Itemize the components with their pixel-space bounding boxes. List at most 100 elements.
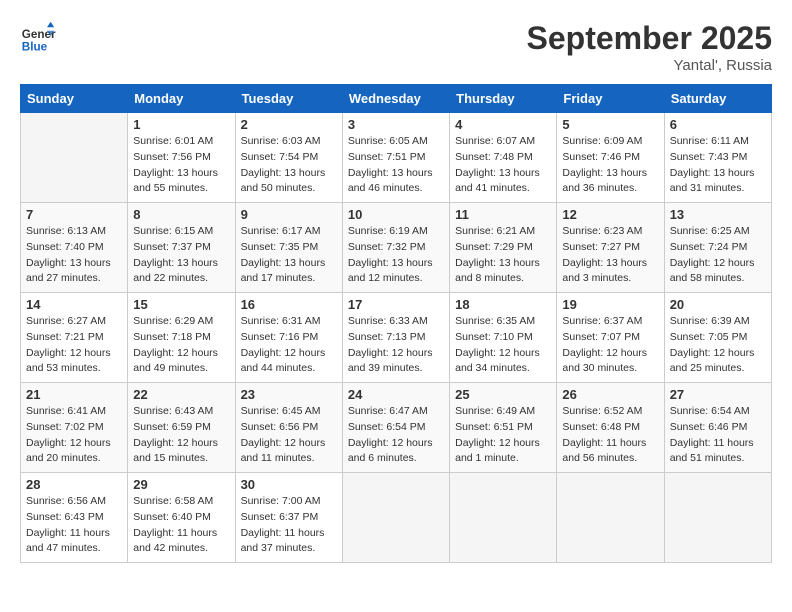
calendar-cell: 3 Sunrise: 6:05 AMSunset: 7:51 PMDaylight… bbox=[342, 113, 449, 203]
day-number: 15 bbox=[133, 297, 229, 312]
day-info: Sunrise: 6:15 AMSunset: 7:37 PMDaylight:… bbox=[133, 224, 229, 287]
day-info: Sunrise: 6:31 AMSunset: 7:16 PMDaylight:… bbox=[241, 314, 337, 377]
calendar-week-row: 1Sunrise: 6:01 AMSunset: 7:56 PMDaylight… bbox=[21, 113, 772, 203]
day-of-week-header: Sunday bbox=[21, 85, 128, 113]
calendar-cell bbox=[21, 113, 128, 203]
logo: General Blue bbox=[20, 20, 60, 56]
calendar-body: 1Sunrise: 6:01 AMSunset: 7:56 PMDaylight… bbox=[21, 113, 772, 563]
day-of-week-header: Saturday bbox=[664, 85, 771, 113]
calendar-cell bbox=[342, 473, 449, 563]
day-number: 20 bbox=[670, 297, 766, 312]
calendar-cell: 6Sunrise: 6:11 AMSunset: 7:43 PMDaylight… bbox=[664, 113, 771, 203]
day-info: Sunrise: 6:25 AMSunset: 7:24 PMDaylight:… bbox=[670, 224, 766, 287]
day-number: 12 bbox=[562, 207, 658, 222]
day-number: 5 bbox=[562, 117, 658, 132]
calendar-cell: 17 Sunrise: 6:33 AMSunset: 7:13 PMDayligh… bbox=[342, 293, 449, 383]
day-number: 11 bbox=[455, 207, 551, 222]
day-info: Sunrise: 6:54 AMSunset: 6:46 PMDaylight:… bbox=[670, 404, 766, 467]
day-number: 14 bbox=[26, 297, 122, 312]
day-number: 4 bbox=[455, 117, 551, 132]
calendar-cell: 4 Sunrise: 6:07 AMSunset: 7:48 PMDaylight… bbox=[450, 113, 557, 203]
calendar-cell: 1Sunrise: 6:01 AMSunset: 7:56 PMDaylight… bbox=[128, 113, 235, 203]
day-number: 29 bbox=[133, 477, 229, 492]
day-number: 24 bbox=[348, 387, 444, 402]
calendar-cell: 8 Sunrise: 6:15 AMSunset: 7:37 PMDaylight… bbox=[128, 203, 235, 293]
calendar-cell: 10Sunrise: 6:19 AMSunset: 7:32 PMDayligh… bbox=[342, 203, 449, 293]
calendar-cell: 7 Sunrise: 6:13 AMSunset: 7:40 PMDaylight… bbox=[21, 203, 128, 293]
day-number: 18 bbox=[455, 297, 551, 312]
day-info: Sunrise: 6:23 AMSunset: 7:27 PMDaylight:… bbox=[562, 224, 658, 287]
calendar-cell: 27 Sunrise: 6:54 AMSunset: 6:46 PMDayligh… bbox=[664, 383, 771, 473]
day-number: 3 bbox=[348, 117, 444, 132]
day-number: 25 bbox=[455, 387, 551, 402]
day-info: Sunrise: 6:47 AMSunset: 6:54 PMDaylight:… bbox=[348, 404, 444, 467]
day-number: 9 bbox=[241, 207, 337, 222]
page-header: General Blue September 2025 Yantal', Rus… bbox=[20, 20, 772, 74]
calendar-cell: 26 Sunrise: 6:52 AMSunset: 6:48 PMDayligh… bbox=[557, 383, 664, 473]
day-info: Sunrise: 6:29 AMSunset: 7:18 PMDaylight:… bbox=[133, 314, 229, 377]
day-info: Sunrise: 6:03 AMSunset: 7:54 PMDaylight:… bbox=[241, 134, 337, 197]
calendar-cell: 14 Sunrise: 6:27 AMSunset: 7:21 PMDayligh… bbox=[21, 293, 128, 383]
day-info: Sunrise: 6:52 AMSunset: 6:48 PMDaylight:… bbox=[562, 404, 658, 467]
calendar-cell: 21 Sunrise: 6:41 AMSunset: 7:02 PMDayligh… bbox=[21, 383, 128, 473]
day-of-week-header: Monday bbox=[128, 85, 235, 113]
day-of-week-header: Wednesday bbox=[342, 85, 449, 113]
day-of-week-header: Thursday bbox=[450, 85, 557, 113]
day-info: Sunrise: 6:39 AMSunset: 7:05 PMDaylight:… bbox=[670, 314, 766, 377]
day-number: 26 bbox=[562, 387, 658, 402]
day-info: Sunrise: 6:17 AMSunset: 7:35 PMDaylight:… bbox=[241, 224, 337, 287]
day-number: 27 bbox=[670, 387, 766, 402]
day-of-week-header: Tuesday bbox=[235, 85, 342, 113]
calendar-table: SundayMondayTuesdayWednesdayThursdayFrid… bbox=[20, 84, 772, 563]
calendar-cell: 13 Sunrise: 6:25 AMSunset: 7:24 PMDayligh… bbox=[664, 203, 771, 293]
calendar-week-row: 28Sunrise: 6:56 AMSunset: 6:43 PMDayligh… bbox=[21, 473, 772, 563]
day-number: 21 bbox=[26, 387, 122, 402]
calendar-week-row: 21 Sunrise: 6:41 AMSunset: 7:02 PMDayligh… bbox=[21, 383, 772, 473]
day-info: Sunrise: 6:49 AMSunset: 6:51 PMDaylight:… bbox=[455, 404, 551, 467]
day-info: Sunrise: 6:21 AMSunset: 7:29 PMDaylight:… bbox=[455, 224, 551, 287]
day-number: 7 bbox=[26, 207, 122, 222]
calendar-week-row: 7 Sunrise: 6:13 AMSunset: 7:40 PMDaylight… bbox=[21, 203, 772, 293]
day-number: 17 bbox=[348, 297, 444, 312]
calendar-cell: 2 Sunrise: 6:03 AMSunset: 7:54 PMDaylight… bbox=[235, 113, 342, 203]
calendar-cell: 23 Sunrise: 6:45 AMSunset: 6:56 PMDayligh… bbox=[235, 383, 342, 473]
calendar-cell: 16 Sunrise: 6:31 AMSunset: 7:16 PMDayligh… bbox=[235, 293, 342, 383]
day-info: Sunrise: 6:13 AMSunset: 7:40 PMDaylight:… bbox=[26, 224, 122, 287]
day-number: 22 bbox=[133, 387, 229, 402]
calendar-cell: 9 Sunrise: 6:17 AMSunset: 7:35 PMDaylight… bbox=[235, 203, 342, 293]
day-number: 19 bbox=[562, 297, 658, 312]
day-info: Sunrise: 6:45 AMSunset: 6:56 PMDaylight:… bbox=[241, 404, 337, 467]
calendar-cell: 30Sunrise: 7:00 AMSunset: 6:37 PMDayligh… bbox=[235, 473, 342, 563]
day-info: Sunrise: 6:41 AMSunset: 7:02 PMDaylight:… bbox=[26, 404, 122, 467]
day-info: Sunrise: 6:58 AMSunset: 6:40 PMDaylight:… bbox=[133, 494, 229, 557]
day-info: Sunrise: 7:00 AMSunset: 6:37 PMDaylight:… bbox=[241, 494, 337, 557]
day-number: 16 bbox=[241, 297, 337, 312]
day-info: Sunrise: 6:07 AMSunset: 7:48 PMDaylight:… bbox=[455, 134, 551, 197]
day-number: 2 bbox=[241, 117, 337, 132]
calendar-cell: 15 Sunrise: 6:29 AMSunset: 7:18 PMDayligh… bbox=[128, 293, 235, 383]
day-info: Sunrise: 6:33 AMSunset: 7:13 PMDaylight:… bbox=[348, 314, 444, 377]
day-info: Sunrise: 6:05 AMSunset: 7:51 PMDaylight:… bbox=[348, 134, 444, 197]
day-info: Sunrise: 6:11 AMSunset: 7:43 PMDaylight:… bbox=[670, 134, 766, 197]
day-number: 13 bbox=[670, 207, 766, 222]
day-info: Sunrise: 6:37 AMSunset: 7:07 PMDaylight:… bbox=[562, 314, 658, 377]
svg-text:Blue: Blue bbox=[22, 41, 48, 54]
calendar-cell: 24 Sunrise: 6:47 AMSunset: 6:54 PMDayligh… bbox=[342, 383, 449, 473]
calendar-cell: 19 Sunrise: 6:37 AMSunset: 7:07 PMDayligh… bbox=[557, 293, 664, 383]
day-number: 10 bbox=[348, 207, 444, 222]
logo-icon: General Blue bbox=[20, 20, 56, 56]
day-info: Sunrise: 6:09 AMSunset: 7:46 PMDaylight:… bbox=[562, 134, 658, 197]
day-number: 1 bbox=[133, 117, 229, 132]
calendar-cell bbox=[664, 473, 771, 563]
calendar-cell: 12 Sunrise: 6:23 AMSunset: 7:27 PMDayligh… bbox=[557, 203, 664, 293]
day-number: 23 bbox=[241, 387, 337, 402]
calendar-cell: 28Sunrise: 6:56 AMSunset: 6:43 PMDayligh… bbox=[21, 473, 128, 563]
day-info: Sunrise: 6:27 AMSunset: 7:21 PMDaylight:… bbox=[26, 314, 122, 377]
calendar-header-row: SundayMondayTuesdayWednesdayThursdayFrid… bbox=[21, 85, 772, 113]
calendar-cell: 18 Sunrise: 6:35 AMSunset: 7:10 PMDayligh… bbox=[450, 293, 557, 383]
calendar-week-row: 14 Sunrise: 6:27 AMSunset: 7:21 PMDayligh… bbox=[21, 293, 772, 383]
calendar-cell: 11 Sunrise: 6:21 AMSunset: 7:29 PMDayligh… bbox=[450, 203, 557, 293]
day-info: Sunrise: 6:35 AMSunset: 7:10 PMDaylight:… bbox=[455, 314, 551, 377]
day-number: 8 bbox=[133, 207, 229, 222]
calendar-cell bbox=[557, 473, 664, 563]
